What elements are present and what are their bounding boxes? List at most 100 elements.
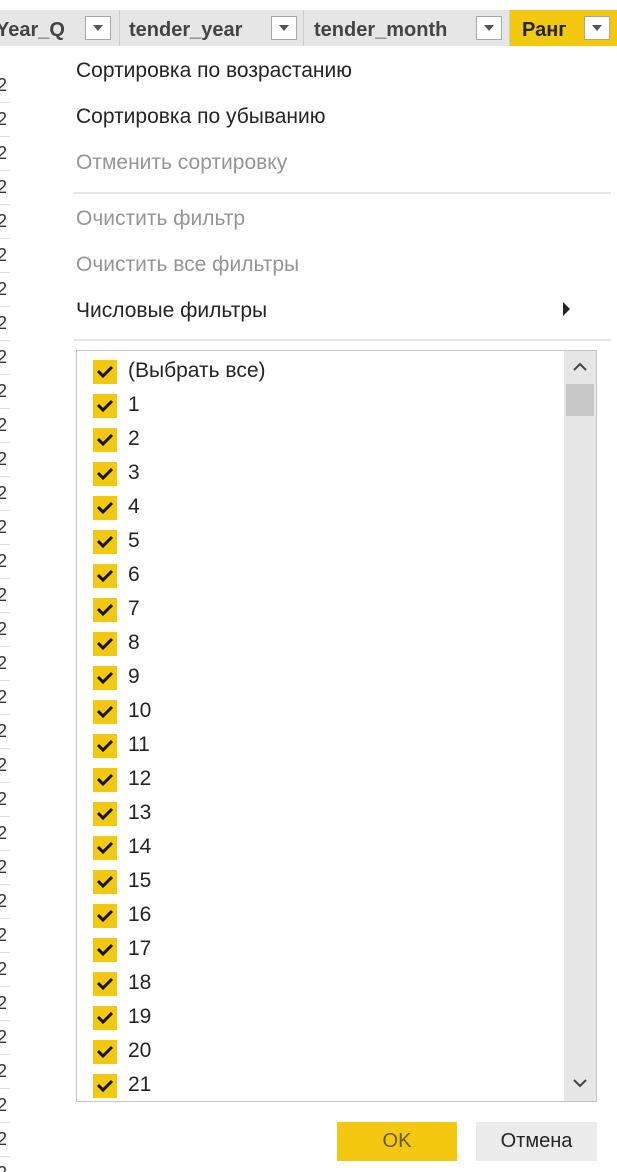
list-item-label: 4 xyxy=(128,495,140,518)
sort-ascending-item[interactable]: Сортировка по возрастанию xyxy=(76,59,352,83)
list-item-label: 13 xyxy=(128,801,152,824)
table-cell: 2 xyxy=(0,748,10,783)
sort-descending-item[interactable]: Сортировка по убыванию xyxy=(76,105,326,129)
list-item-label: 6 xyxy=(128,563,140,586)
table-cell: 2 xyxy=(0,442,10,477)
checkbox-checked-icon[interactable] xyxy=(93,496,117,520)
table-cell: 2 xyxy=(0,1020,10,1055)
clear-all-filters-item[interactable]: Очистить все фильтры xyxy=(76,253,299,277)
cancel-button[interactable]: Отмена xyxy=(476,1122,597,1161)
checkbox-checked-icon[interactable] xyxy=(93,768,117,792)
checkbox-checked-icon[interactable] xyxy=(93,666,117,690)
table-cell: 2 xyxy=(0,646,10,681)
table-cell: 2 xyxy=(0,408,10,443)
checkbox-checked-icon[interactable] xyxy=(93,870,117,894)
list-item-label: 20 xyxy=(128,1039,152,1062)
checkbox-checked-icon[interactable] xyxy=(93,564,117,588)
list-item-label: 18 xyxy=(128,971,152,994)
list-item-label: 10 xyxy=(128,699,152,722)
table-cell: 2 xyxy=(0,714,10,749)
column-dropdown-button[interactable] xyxy=(85,16,111,40)
list-item-label: 9 xyxy=(128,665,140,688)
table-cell: 2 xyxy=(0,1122,10,1157)
list-item-label: 2 xyxy=(128,427,140,450)
table-cell: 2 xyxy=(0,612,10,647)
list-item-label: 16 xyxy=(128,903,152,926)
column-dropdown-button[interactable] xyxy=(476,16,502,40)
column-header-tender-month[interactable]: tender_month xyxy=(304,10,510,46)
checkbox-checked-icon[interactable] xyxy=(93,530,117,554)
table-cell: 2 xyxy=(0,680,10,715)
list-item-label: (Выбрать все) xyxy=(128,359,266,382)
table-cell: 2 xyxy=(0,544,10,579)
clear-sort-item[interactable]: Отменить сортировку xyxy=(76,151,287,175)
list-item-label: 17 xyxy=(128,937,152,960)
table-cell: 2 xyxy=(0,918,10,953)
checkbox-checked-icon[interactable] xyxy=(93,428,117,452)
table-cell: 2 xyxy=(0,578,10,613)
number-filters-item[interactable]: Числовые фильтры xyxy=(76,299,267,323)
list-item-label: 15 xyxy=(128,869,152,892)
table-cell: 2 xyxy=(0,136,10,171)
list-scrollbar[interactable] xyxy=(564,351,596,1101)
scroll-down-icon[interactable] xyxy=(570,1073,590,1093)
table-cell: 2 xyxy=(0,782,10,817)
list-item-label: 19 xyxy=(128,1005,152,1028)
checkbox-checked-icon[interactable] xyxy=(93,462,117,486)
list-item-label: 3 xyxy=(128,461,140,484)
checkbox-checked-icon[interactable] xyxy=(93,1074,117,1098)
column-dropdown-button[interactable] xyxy=(271,16,297,40)
checkbox-checked-icon[interactable] xyxy=(93,360,117,384)
clear-filter-item[interactable]: Очистить фильтр xyxy=(76,207,245,231)
table-cell: 2 xyxy=(0,816,10,851)
table-cell: 2 xyxy=(0,476,10,511)
list-item-label: 8 xyxy=(128,631,140,654)
checkbox-checked-icon[interactable] xyxy=(93,632,117,656)
table-cell: 2 xyxy=(0,986,10,1021)
checkbox-checked-icon[interactable] xyxy=(93,802,117,826)
ok-button[interactable]: OK xyxy=(337,1122,457,1161)
column-header-year-q[interactable]: Year_Q xyxy=(0,10,120,46)
checkbox-checked-icon[interactable] xyxy=(93,700,117,724)
column-header-label: tender_month xyxy=(314,19,448,41)
checkbox-checked-icon[interactable] xyxy=(93,904,117,928)
table-cell: 2 xyxy=(0,374,10,409)
table-cell: 2 xyxy=(0,306,10,341)
column-header-label: tender_year xyxy=(129,19,243,41)
table-cell: 2 xyxy=(0,952,10,987)
column-header-label: Year_Q xyxy=(0,19,65,41)
scroll-up-icon[interactable] xyxy=(570,357,590,377)
filter-dropdown-panel: Сортировка по возрастанию Сортировка по … xyxy=(10,46,617,1172)
filter-values-list[interactable]: (Выбрать все) 1 2 3 4 5 6 7 8 9 10 11 12 13 14 15 16 17 18… xyxy=(76,350,597,1102)
list-item-label: 14 xyxy=(128,835,152,858)
table-cell: 2 xyxy=(0,1088,10,1123)
checkbox-checked-icon[interactable] xyxy=(93,1006,117,1030)
menu-separator xyxy=(74,339,611,341)
checkbox-checked-icon[interactable] xyxy=(93,836,117,860)
scrollbar-thumb[interactable] xyxy=(566,384,594,416)
table-cell: 2 xyxy=(0,68,10,103)
list-item-label: 1 xyxy=(128,393,140,416)
list-item-label: 11 xyxy=(128,733,150,756)
table-cell: 2 xyxy=(0,1156,10,1172)
table-cell: 2 xyxy=(0,272,10,307)
column-header-rank[interactable]: Ранг xyxy=(510,10,617,46)
list-item-label: 21 xyxy=(128,1073,152,1096)
list-item-label: 5 xyxy=(128,529,140,552)
checkbox-checked-icon[interactable] xyxy=(93,734,117,758)
checkbox-checked-icon[interactable] xyxy=(93,394,117,418)
table-cell: 2 xyxy=(0,238,10,273)
table-cell: 2 xyxy=(0,884,10,919)
table-cell: 2 xyxy=(0,170,10,205)
list-item-label: 12 xyxy=(128,767,152,790)
checkbox-checked-icon[interactable] xyxy=(93,1040,117,1064)
table-cell: 2 xyxy=(0,1054,10,1089)
column-header-tender-year[interactable]: tender_year xyxy=(120,10,304,46)
table-header: Year_Q tender_year tender_month Ранг xyxy=(0,0,617,46)
column-dropdown-button[interactable] xyxy=(584,16,610,40)
checkbox-checked-icon[interactable] xyxy=(93,598,117,622)
submenu-arrow-icon xyxy=(563,302,570,316)
menu-separator xyxy=(74,192,611,194)
checkbox-checked-icon[interactable] xyxy=(93,938,117,962)
checkbox-checked-icon[interactable] xyxy=(93,972,117,996)
